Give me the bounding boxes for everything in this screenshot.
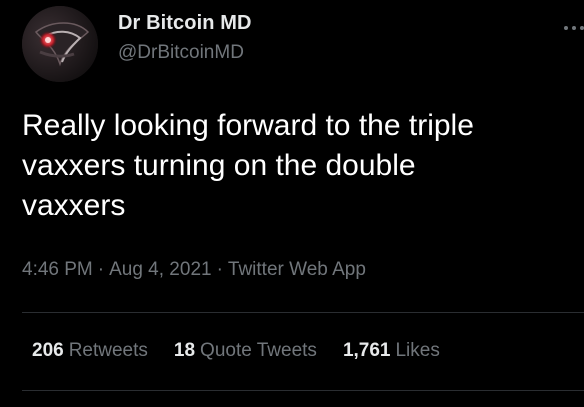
likes-count: 1,761 bbox=[342, 340, 391, 361]
divider bbox=[22, 390, 584, 391]
retweets-label: Retweets bbox=[68, 340, 148, 361]
author-handle[interactable]: @DrBitcoinMD bbox=[118, 42, 244, 64]
avatar[interactable] bbox=[22, 6, 98, 82]
retweets-count: 206 bbox=[32, 340, 64, 361]
avatar-image-icon bbox=[22, 6, 98, 82]
divider bbox=[22, 312, 584, 313]
retweets-stat[interactable]: 206 Retweets bbox=[32, 340, 148, 362]
engagement-stats: 206 Retweets 18 Quote Tweets 1,761 Likes bbox=[32, 340, 466, 362]
tweet-text: Really looking forward to the triple vax… bbox=[22, 106, 578, 226]
quote-tweets-stat[interactable]: 18 Quote Tweets bbox=[174, 340, 317, 362]
likes-stat[interactable]: 1,761 Likes bbox=[343, 340, 440, 362]
tweet-metadata: 4:46 PM · Aug 4, 2021 · Twitter Web App bbox=[22, 259, 366, 281]
tweet-time[interactable]: 4:46 PM bbox=[22, 259, 93, 280]
meta-separator: · bbox=[97, 259, 105, 280]
tweet-text-line: vaxxers turning on the double bbox=[22, 149, 416, 182]
more-options-icon[interactable] bbox=[562, 22, 584, 34]
tweet-source[interactable]: Twitter Web App bbox=[228, 259, 366, 280]
tweet-text-line: vaxxers bbox=[22, 189, 126, 222]
tweet-date[interactable]: Aug 4, 2021 bbox=[109, 259, 211, 280]
author-display-name[interactable]: Dr Bitcoin MD bbox=[118, 12, 252, 35]
tweet-card: Dr Bitcoin MD @DrBitcoinMD Really lookin… bbox=[0, 0, 584, 407]
quote-tweets-label: Quote Tweets bbox=[200, 340, 317, 361]
meta-separator: · bbox=[216, 259, 223, 280]
quote-tweets-count: 18 bbox=[173, 340, 196, 361]
tweet-text-line: Really looking forward to the triple bbox=[22, 109, 474, 142]
likes-label: Likes bbox=[395, 340, 440, 361]
